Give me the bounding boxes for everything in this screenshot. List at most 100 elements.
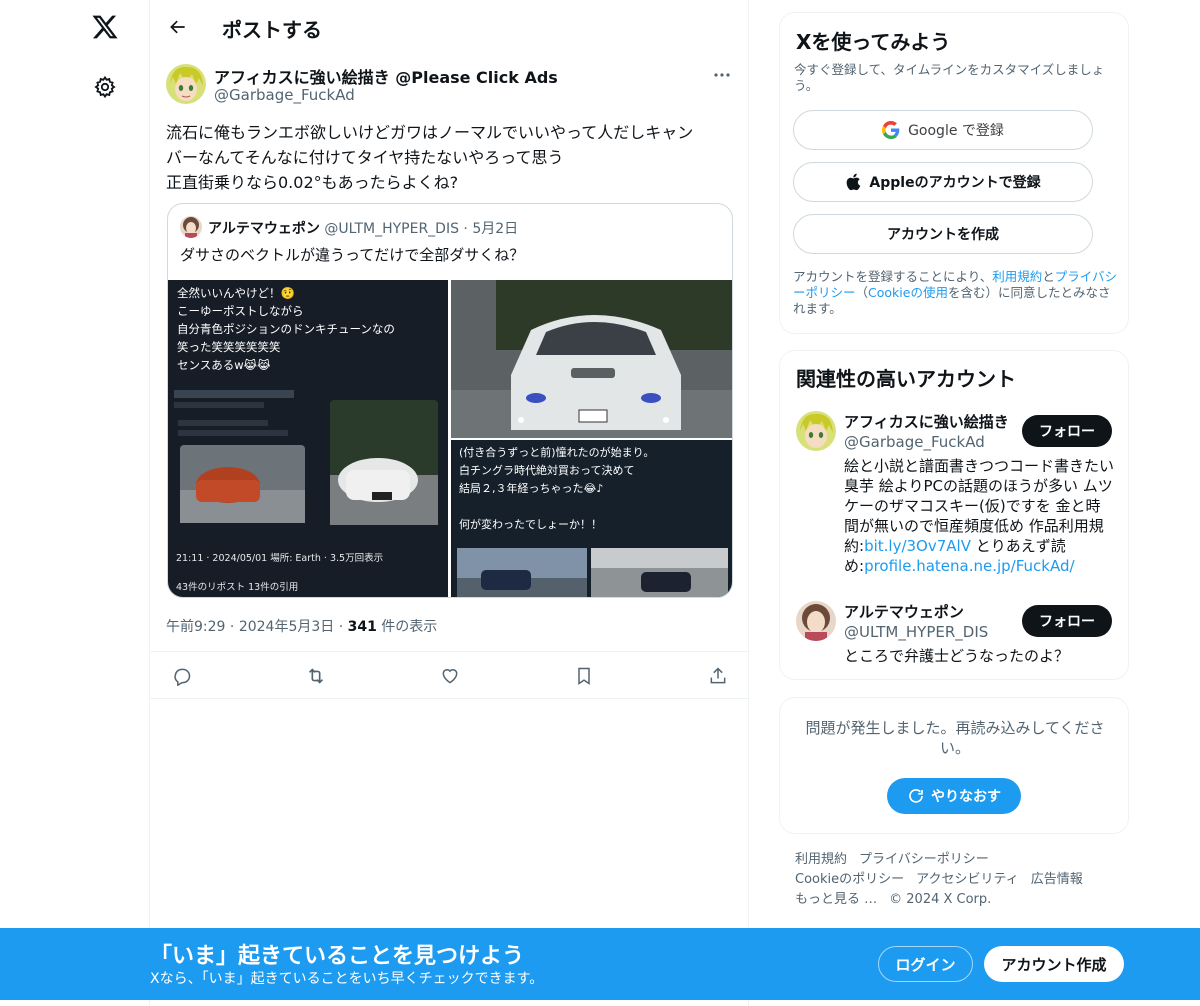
x-logo-icon[interactable] [86, 8, 124, 46]
footer-link[interactable]: プライバシーポリシー [859, 852, 989, 867]
page-title: ポストする [222, 18, 322, 42]
caption-line: 結局２,３年経っちゃった😂♪ [459, 482, 604, 495]
avatar[interactable] [796, 601, 836, 641]
related-account-handle[interactable]: @Garbage_FuckAd [844, 433, 985, 451]
apple-signup-label: Appleのアカウントで登録 [869, 175, 1041, 191]
google-signup-label: Google で登録 [908, 123, 1004, 139]
apple-icon [845, 173, 861, 191]
quoted-post[interactable]: アルテマウェポン @ULTM_HYPER_DIS · 5月2日 ダサさのベクトル… [167, 203, 733, 598]
like-icon[interactable] [438, 664, 462, 688]
signup-card-subtitle: 今すぐ登録して、タイムラインをカスタマイズしましょう。 [794, 62, 1105, 93]
quote-text: ダサさのベクトルが違うってだけで全部ダサくね？ [180, 246, 525, 264]
quote-media: 全然いいんやけど！🤨 こーゆーポストしながら 自分青色ポジションのドンキチューン… [168, 280, 732, 597]
terms-text: アカウントを登録することにより、利用規約とプライバシーポリシー（Cookieの使… [793, 269, 1119, 317]
create-account-button[interactable]: アカウントを作成 [793, 214, 1093, 254]
caption-line [459, 498, 654, 516]
left-nav [0, 0, 150, 1006]
caption-line: 自分青色ポジションのドンキチューンなの [177, 322, 395, 336]
follow-button[interactable]: フォロー [1022, 605, 1112, 637]
avatar[interactable] [166, 64, 206, 104]
error-card: 問題が発生しました。再読み込みしてください。 やりなおす [779, 697, 1129, 834]
caption-line: こーゆーポストしながら [177, 304, 304, 318]
action-bar [150, 651, 750, 699]
media-image[interactable]: 全然いいんやけど！🤨 こーゆーポストしながら 自分青色ポジションのドンキチューン… [168, 280, 448, 597]
related-account-handle[interactable]: @ULTM_HYPER_DIS [844, 623, 988, 641]
related-account[interactable]: アフィカスに強い絵描き @Garbage_FuckAd フォロー 絵と小説と譜面… [796, 411, 1116, 581]
terms-link[interactable]: 利用規約 [992, 269, 1042, 284]
media-footer: 43件のリポスト 13件の引用 [176, 582, 299, 593]
signup-card-title: Xを使ってみよう [796, 30, 951, 54]
repost-icon[interactable] [304, 664, 328, 688]
related-title: 関連性の高いアカウント [796, 367, 1016, 391]
terms-text-part: （ [855, 285, 869, 300]
refresh-icon [907, 787, 925, 805]
footer-link[interactable]: 広告情報 [1031, 872, 1083, 887]
footer-link[interactable]: 利用規約 [795, 852, 847, 867]
quote-avatar [180, 216, 202, 238]
related-account-bio: ところで弁護士どうなったのよ？ [844, 647, 1070, 665]
separator: · [463, 221, 468, 237]
footer-link[interactable]: アクセシビリティ [916, 872, 1019, 887]
related-account-name[interactable]: アルテマウェポン [844, 601, 964, 622]
caption-line: 白チングラ時代絶対買おって決めて [459, 464, 635, 477]
post-text-line: 流石に俺もランエボ欲しいけどガワはノーマルでいいやって人だしキャン [166, 123, 694, 142]
login-button[interactable]: ログイン [878, 946, 973, 982]
quote-author-handle: @ULTM_HYPER_DIS [324, 221, 459, 237]
terms-text-part: と [1042, 269, 1055, 284]
signup-card: Xを使ってみよう 今すぐ登録して、タイムラインをカスタマイズしましょう。 Goo… [779, 12, 1129, 334]
post-date[interactable]: 2024年5月3日 [239, 619, 334, 635]
gear-icon[interactable] [90, 72, 120, 102]
back-button[interactable] [162, 11, 194, 43]
post-meta: 午前9:29 · 2024年5月3日 · 341 件の表示 [166, 616, 437, 636]
footer-link[interactable]: もっと見る … [795, 892, 877, 907]
main-column: ポストする アフィカスに強い絵描き @Please Click Ads @Gar… [149, 0, 750, 1006]
cookie-link[interactable]: Cookieの使用 [868, 285, 948, 300]
separator: · [334, 619, 348, 635]
error-message: 問題が発生しました。再読み込みしてください。 [805, 719, 1105, 757]
reply-icon[interactable] [170, 664, 194, 688]
signup-banner: 「いま」起きていることを見つけよう Xなら、「いま」起きていることをいち早くチェ… [0, 928, 1200, 1000]
create-account-label: アカウントを作成 [887, 227, 999, 243]
banner-subtitle: Xなら、「いま」起きていることをいち早くチェックできます。 [150, 971, 544, 987]
retry-button[interactable]: やりなおす [887, 778, 1021, 814]
related-account-name[interactable]: アフィカスに強い絵描き [844, 411, 1009, 432]
avatar[interactable] [796, 411, 836, 451]
related-account[interactable]: アルテマウェポン @ULTM_HYPER_DIS フォロー ところで弁護士どうな… [796, 601, 1116, 671]
follow-button[interactable]: フォロー [1022, 415, 1112, 447]
terms-text-part: アカウントを登録することにより、 [793, 269, 993, 284]
top-bar: ポストする [150, 0, 750, 54]
author-handle[interactable]: @Garbage_FuckAd [214, 86, 355, 104]
separator: · [225, 619, 239, 635]
bio-link[interactable]: bit.ly/3Ov7AlV [864, 537, 971, 555]
quote-author-name: アルテマウェポン [208, 221, 320, 237]
media-caption: 全然いいんやけど！🤨 こーゆーポストしながら 自分青色ポジションのドンキチューン… [177, 284, 395, 374]
footer-link[interactable]: Cookieのポリシー [795, 872, 904, 887]
media-caption: (付き合うずっと前)憧れたのが始まり。 白チングラ時代絶対買おって決めて 結局２… [459, 444, 654, 534]
caption-line: 全然いいんやけど！🤨 [177, 286, 295, 300]
google-signup-button[interactable]: Google で登録 [793, 110, 1093, 150]
post-time[interactable]: 午前9:29 [166, 619, 225, 635]
caption-line: 何が変わったでしょーか！！ [459, 518, 602, 531]
quote-header: アルテマウェポン @ULTM_HYPER_DIS · 5月2日 [208, 218, 518, 238]
caption-line: センスあるw😹😹 [177, 358, 271, 372]
bookmark-icon[interactable] [572, 664, 596, 688]
quote-date: 5月2日 [472, 221, 519, 237]
google-icon [882, 121, 900, 139]
views-count: 341 [347, 619, 377, 635]
retry-label: やりなおす [931, 789, 1001, 805]
caption-line: 笑った笑笑笑笑笑笑 [177, 340, 281, 354]
media-image[interactable] [451, 280, 732, 438]
related-account-bio: 絵と小説と譜面書きつつコード書きたい臭芋 絵よりPCの話題のほうが多い ムツケー… [844, 456, 1114, 576]
author-name[interactable]: アフィカスに強い絵描き @Please Click Ads [214, 64, 558, 88]
bio-link[interactable]: profile.hatena.ne.jp/FuckAd/ [864, 557, 1075, 575]
apple-signup-button[interactable]: Appleのアカウントで登録 [793, 162, 1093, 202]
banner-title: 「いま」起きていることを見つけよう [150, 944, 525, 969]
signup-button[interactable]: アカウント作成 [984, 946, 1124, 982]
post-text-line: 正直街乗りなら0.02°もあったらよくね? [166, 173, 459, 192]
post-text-line: バーなんてそんなに付けてタイヤ持たないやろって思う [166, 148, 564, 167]
media-image[interactable]: (付き合うずっと前)憧れたのが始まり。 白チングラ時代絶対買おって決めて 結局２… [451, 440, 732, 597]
caption-line: (付き合うずっと前)憧れたのが始まり。 [459, 446, 655, 459]
share-icon[interactable] [706, 664, 730, 688]
more-icon[interactable] [708, 64, 736, 86]
copyright: © 2024 X Corp. [889, 892, 992, 907]
